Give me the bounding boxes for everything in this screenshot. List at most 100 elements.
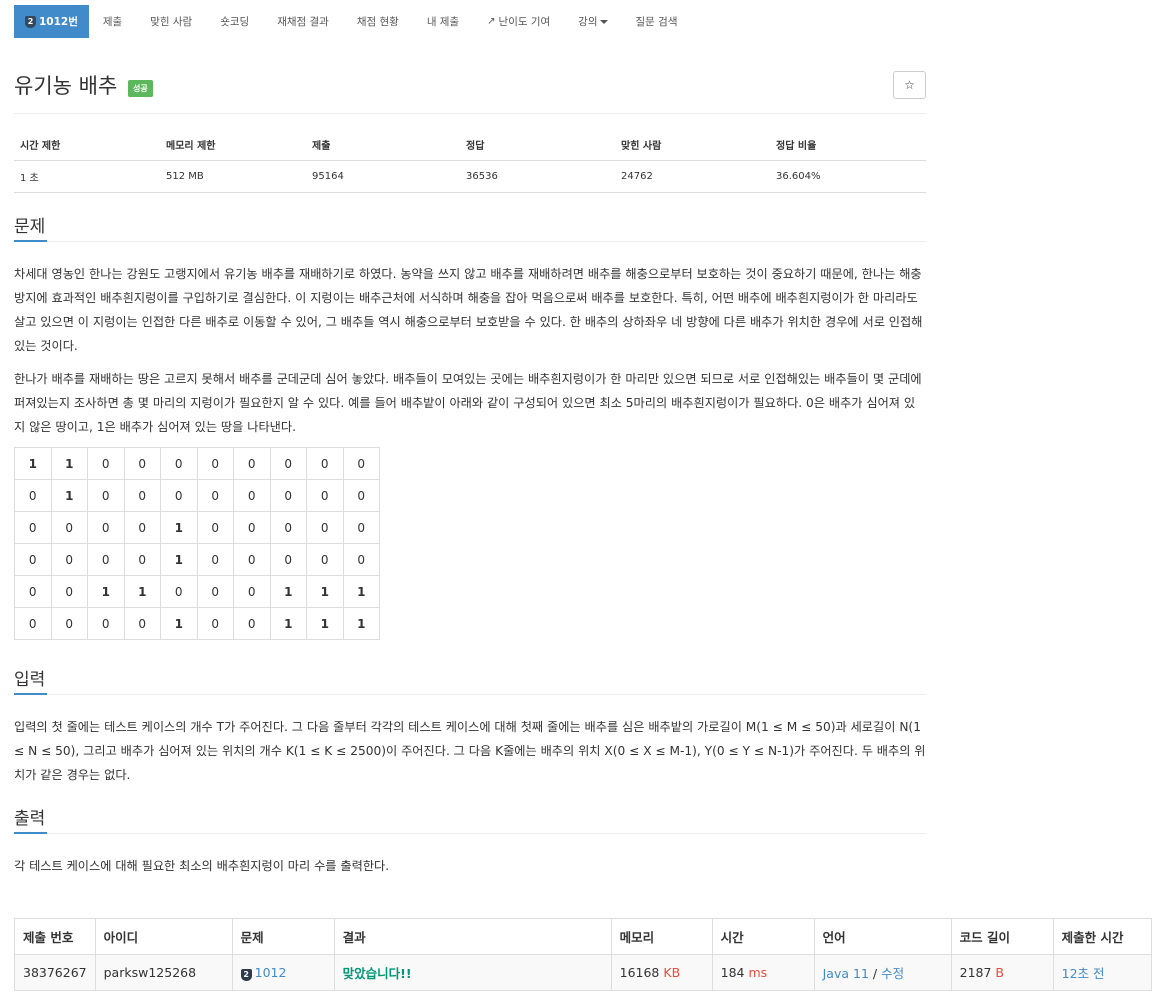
grid-cell: 0 <box>269 543 307 576</box>
grid-cell: 0 <box>14 543 52 576</box>
grid-cell: 0 <box>196 479 234 512</box>
nav-submit[interactable]: 제출 <box>89 5 136 38</box>
header-language: 언어 <box>813 918 952 955</box>
nav-my-submissions[interactable]: 내 제출 <box>413 5 473 38</box>
grid-cell: 1 <box>269 607 307 640</box>
grid-cell: 0 <box>269 447 307 480</box>
header-memory: 메모리 <box>610 918 713 955</box>
submitted-time-link[interactable]: 12초 전 <box>1062 966 1105 981</box>
table-row: 1 초 512 MB 95164 36536 24762 36.604% <box>14 160 926 193</box>
grid-cell: 0 <box>196 447 234 480</box>
grid-cell: 0 <box>123 607 161 640</box>
star-button[interactable]: ☆ <box>893 71 926 99</box>
grid-cell: 1 <box>50 447 88 480</box>
grid-cell: 1 <box>342 607 380 640</box>
nav-problem-number[interactable]: 2 1012번 <box>14 5 89 38</box>
nav-solved-users[interactable]: 맞힌 사람 <box>136 5 206 38</box>
nav-question-search[interactable]: 질문 검색 <box>622 5 692 38</box>
grid-cell: 1 <box>269 575 307 608</box>
nav-difficulty-contribution[interactable]: ↗ 난이도 기여 <box>473 5 564 38</box>
code-length-unit: B <box>995 965 1004 980</box>
grid-cell: 1 <box>123 575 161 608</box>
grid-cell: 0 <box>123 479 161 512</box>
header-accepted: 정답 <box>460 129 615 161</box>
grid-cell: 0 <box>233 447 271 480</box>
grid-cell: 0 <box>87 511 125 544</box>
result-text: 맞았습니다!! <box>342 966 412 981</box>
accepted-value: 36536 <box>460 160 615 193</box>
nav-label: 난이도 기여 <box>498 16 551 28</box>
grid-cell: 0 <box>14 575 52 608</box>
grid-cell: 0 <box>196 511 234 544</box>
submissions-value: 95164 <box>306 160 460 193</box>
grid-cell: 0 <box>160 447 198 480</box>
grid-cell: 0 <box>160 575 198 608</box>
input-paragraph: 입력의 첫 줄에는 테스트 케이스의 개수 T가 주어진다. 그 다음 줄부터 … <box>14 720 926 782</box>
section-title: 문제 <box>14 212 48 242</box>
header-problem: 문제 <box>231 918 335 955</box>
grid-cell: 1 <box>87 575 125 608</box>
tier-badge-icon: 2 <box>25 15 36 28</box>
grid-cell: 1 <box>50 479 88 512</box>
time-cell: 184 ms <box>711 954 815 991</box>
header-submissions: 제출 <box>306 129 460 161</box>
grid-cell: 1 <box>306 607 344 640</box>
grid-cell: 0 <box>14 479 52 512</box>
grid-row: 0000100000 <box>14 511 380 544</box>
grid-cell: 0 <box>269 511 307 544</box>
grid-cell: 1 <box>342 575 380 608</box>
submitted-time-cell: 12초 전 <box>1052 954 1153 991</box>
submission-status-table: 제출 번호 아이디 문제 결과 메모리 시간 언어 코드 길이 제출한 시간 3… <box>14 918 1153 991</box>
header-time: 시간 <box>711 918 815 955</box>
grid-cell: 0 <box>123 511 161 544</box>
grid-cell: 0 <box>196 607 234 640</box>
grid-cell: 0 <box>342 511 380 544</box>
memory-value: 16168 <box>619 965 660 980</box>
cabbage-field-grid: 1100000000010000000000001000000000100000… <box>14 447 380 640</box>
time-unit: ms <box>748 965 768 980</box>
grid-cell: 0 <box>123 447 161 480</box>
problem-link[interactable]: 1012 <box>255 965 287 980</box>
description-heading: 문제 <box>14 212 926 242</box>
nav-label: 1012번 <box>39 16 78 28</box>
grid-cell: 0 <box>306 543 344 576</box>
user-id-link[interactable]: parksw125268 <box>94 954 233 991</box>
description-paragraph-2: 한나가 배추를 재배하는 땅은 고르지 못해서 배추를 군데군데 심어 놓았다.… <box>14 372 922 434</box>
problem-info-table: 시간 제한 메모리 제한 제출 정답 맞힌 사람 정답 비율 1 초 512 M… <box>14 129 926 193</box>
grid-cell: 0 <box>50 543 88 576</box>
grid-cell: 0 <box>50 607 88 640</box>
grid-cell: 0 <box>233 479 271 512</box>
grid-cell: 1 <box>160 511 198 544</box>
nav-lectures-dropdown[interactable]: 강의 <box>564 5 621 38</box>
grid-cell: 0 <box>14 607 52 640</box>
header-memory-limit: 메모리 제한 <box>160 129 306 161</box>
grid-cell: 0 <box>306 447 344 480</box>
edit-link[interactable]: 수정 <box>881 966 904 981</box>
time-value: 184 <box>720 965 745 980</box>
header-time-limit: 시간 제한 <box>14 129 160 161</box>
grid-cell: 0 <box>87 543 125 576</box>
grid-cell: 1 <box>160 543 198 576</box>
grid-cell: 0 <box>14 511 52 544</box>
memory-limit-value: 512 MB <box>160 160 306 193</box>
grid-cell: 0 <box>87 447 125 480</box>
section-title: 입력 <box>14 665 48 695</box>
header-user-id: 아이디 <box>94 918 233 955</box>
grid-cell: 0 <box>233 543 271 576</box>
nav-judge-status[interactable]: 채점 현황 <box>343 5 413 38</box>
description-paragraph-1: 차세대 영농인 한나는 강원도 고랭지에서 유기농 배추를 재배하기로 하였다.… <box>14 267 923 353</box>
nav-short-coding[interactable]: 숏코딩 <box>206 5 263 38</box>
language-cell: Java 11 / 수정 <box>813 954 952 991</box>
language-link[interactable]: Java 11 <box>823 966 869 981</box>
code-length-value: 2187 <box>959 965 992 980</box>
section-title: 출력 <box>14 804 48 834</box>
grid-cell: 1 <box>14 447 52 480</box>
code-length-cell: 2187 B <box>950 954 1054 991</box>
grid-cell: 0 <box>123 543 161 576</box>
grid-cell: 0 <box>306 511 344 544</box>
grid-cell: 0 <box>160 479 198 512</box>
table-row: 38376267 parksw125268 2 1012 맞았습니다!! 1616… <box>14 954 1153 991</box>
nav-rejudge-results[interactable]: 재채점 결과 <box>263 5 343 38</box>
grid-cell: 0 <box>233 511 271 544</box>
header-submitted-time: 제출한 시간 <box>1052 918 1153 955</box>
